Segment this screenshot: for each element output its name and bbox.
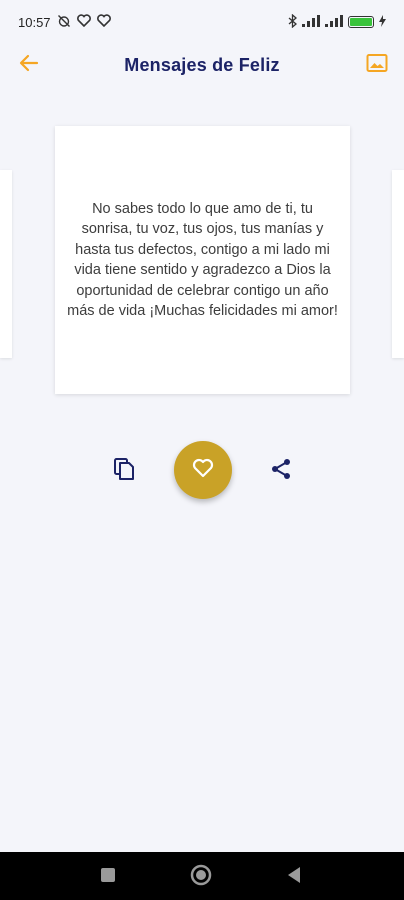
share-button[interactable] [266, 456, 296, 486]
image-icon [366, 53, 388, 78]
arrow-left-icon [19, 54, 39, 77]
charging-icon [379, 14, 386, 30]
bluetooth-icon [288, 13, 297, 31]
back-button[interactable] [14, 50, 44, 80]
signal-icon [302, 14, 320, 30]
triangle-back-icon [286, 866, 302, 889]
heart-notification-icon [96, 14, 111, 30]
favorite-button[interactable] [174, 441, 232, 499]
signal-icon [325, 14, 343, 30]
message-text: No sabes todo lo que amo de ti, tu sonri… [67, 200, 338, 320]
copy-button[interactable] [110, 456, 138, 486]
recents-button[interactable] [95, 864, 121, 890]
status-left: 10:57 [18, 14, 111, 31]
gallery-button[interactable] [362, 50, 392, 80]
previous-card-peek[interactable] [0, 170, 12, 358]
circle-icon [190, 864, 212, 891]
message-card: No sabes todo lo que amo de ti, tu sonri… [55, 126, 350, 394]
system-nav-bar [0, 852, 404, 900]
battery-icon [348, 16, 374, 28]
app-bar: Mensajes de Feliz [0, 44, 404, 86]
system-back-button[interactable] [281, 864, 307, 890]
page-title: Mensajes de Feliz [124, 54, 280, 75]
share-icon [270, 457, 292, 486]
copy-icon [113, 457, 135, 486]
status-time: 10:57 [18, 14, 51, 30]
status-right [288, 13, 386, 31]
alarm-off-icon [57, 14, 71, 31]
square-icon [100, 867, 116, 888]
heart-icon [192, 458, 214, 483]
next-card-peek[interactable] [392, 170, 404, 358]
home-button[interactable] [188, 864, 214, 890]
status-bar: 10:57 [0, 0, 404, 44]
heart-notification-icon [76, 14, 91, 30]
